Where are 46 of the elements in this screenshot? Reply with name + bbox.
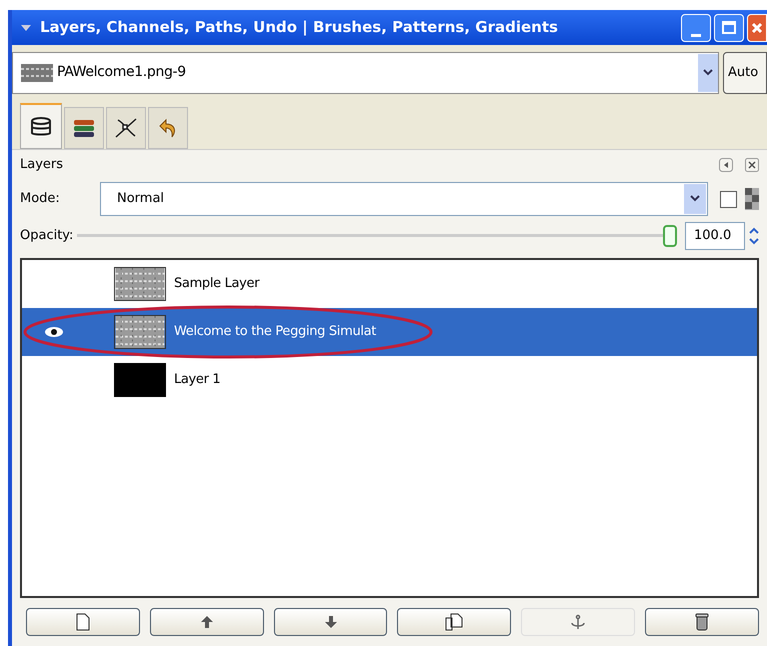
window-title: Layers, Channels, Paths, Undo | Brushes, Patterns, Gradients [40, 17, 558, 38]
layer-row[interactable]: Layer 1 [22, 356, 757, 404]
anchor-icon [570, 614, 586, 630]
maximize-button[interactable] [714, 14, 744, 42]
layer-row[interactable]: Sample Layer [22, 260, 757, 308]
spin-arrows-icon[interactable] [749, 225, 759, 247]
layer-action-button[interactable] [274, 608, 388, 636]
layer-action-button[interactable] [26, 608, 140, 636]
layer-row[interactable]: Welcome to the Pegging Simulat [22, 308, 757, 356]
window-menu-icon [20, 22, 32, 32]
up-arrow-icon [200, 615, 214, 629]
layers-icon [29, 116, 53, 138]
down-arrow-icon [324, 615, 338, 629]
trash-can-icon [695, 613, 710, 631]
opacity-spinbox[interactable]: 100.0 [685, 222, 745, 250]
dock-tab[interactable] [20, 103, 62, 149]
layer-action-button[interactable] [150, 608, 264, 636]
layer-action-button[interactable] [645, 608, 759, 636]
image-selector[interactable]: PAWelcome1.png-9 [12, 52, 719, 94]
layer-name: Layer 1 [174, 371, 220, 390]
layer-action-button[interactable] [397, 608, 512, 636]
checkbox[interactable] [720, 190, 737, 208]
checkerboard-icon [745, 188, 759, 210]
new-page-icon [76, 613, 90, 631]
dock-tab[interactable] [64, 107, 104, 149]
dock-tab[interactable] [106, 107, 146, 149]
panel-title: Layers [20, 156, 64, 174]
close-icon[interactable] [745, 158, 759, 172]
eye-icon[interactable] [44, 326, 64, 338]
opacity-slider-thumb[interactable] [663, 225, 677, 247]
path-tool-icon [113, 116, 139, 140]
close-icon [751, 22, 763, 34]
minimize-button[interactable] [681, 14, 711, 42]
layer-name: Welcome to the Pegging Simulat [174, 323, 376, 342]
close-button[interactable] [747, 14, 767, 42]
image-thumbnail [21, 64, 53, 82]
layer-name: Sample Layer [174, 275, 260, 294]
duplicate-icon [445, 613, 464, 631]
panel-menu-icon[interactable] [719, 158, 733, 172]
mode-label: Mode: [20, 190, 61, 208]
opacity-slider-track[interactable] [77, 224, 677, 248]
opacity-label: Opacity: [20, 227, 74, 246]
auto-button[interactable]: Auto [723, 52, 767, 94]
mode-dropdown[interactable]: Normal [100, 182, 708, 216]
stacked-layers-icon [72, 117, 96, 139]
image-name: PAWelcome1.png-9 [57, 63, 186, 82]
